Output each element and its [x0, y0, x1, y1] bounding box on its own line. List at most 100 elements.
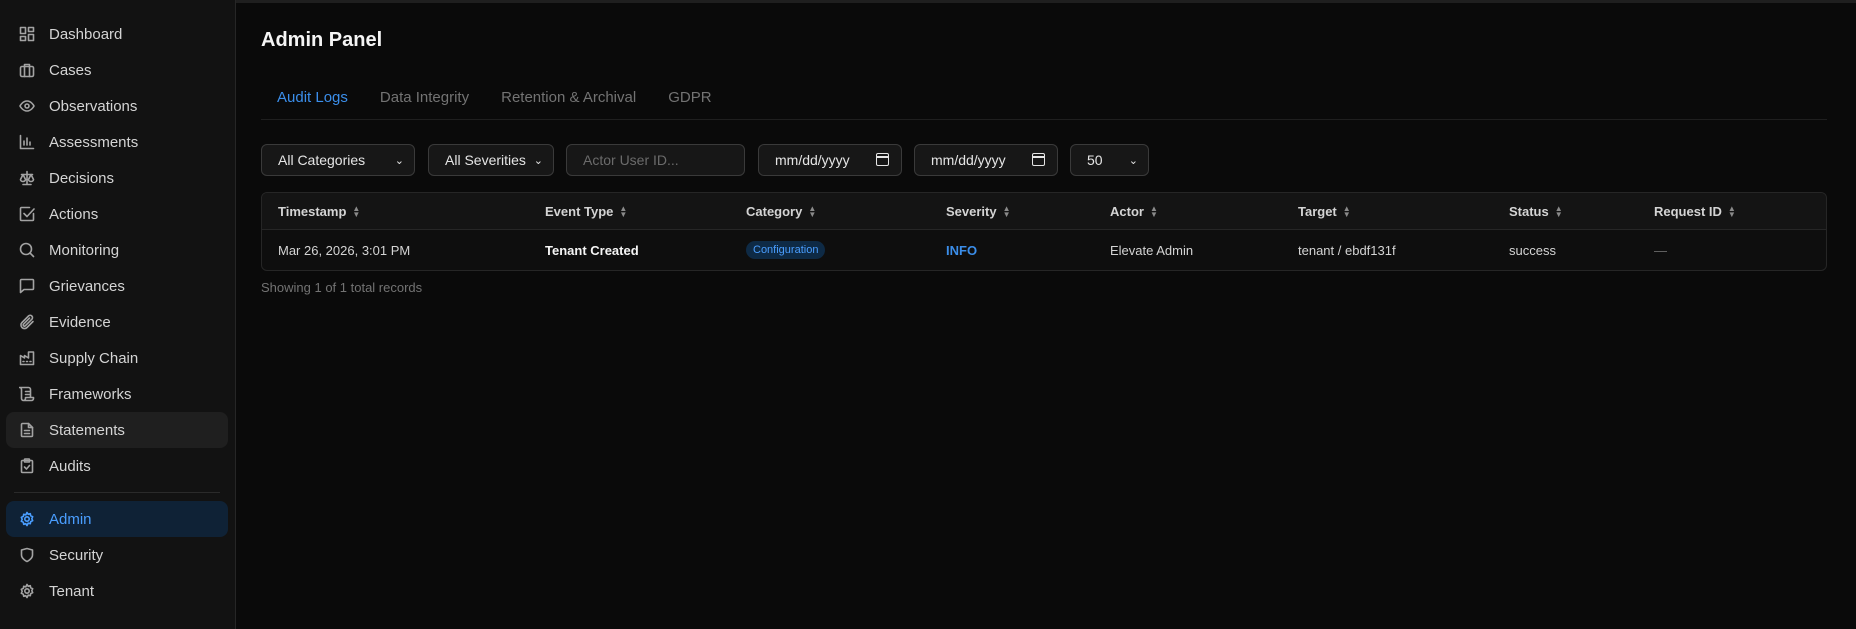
shield-icon — [19, 547, 35, 563]
chevron-down-icon: ⌄ — [394, 155, 404, 167]
sidebar-item-assessments[interactable]: Assessments — [6, 124, 228, 160]
sidebar-item-label: Decisions — [49, 169, 115, 187]
cell-timestamp: Mar 26, 2026, 3:01 PM — [278, 243, 411, 258]
sidebar-item-label: Monitoring — [49, 241, 120, 259]
table-row[interactable]: Mar 26, 2026, 3:01 PM Tenant Created Con… — [262, 230, 1826, 270]
sidebar-item-label: Grievances — [49, 277, 125, 295]
sidebar-item-label: Cases — [49, 61, 92, 79]
check-square-icon — [19, 206, 35, 222]
scroll-icon — [19, 386, 35, 402]
sidebar-item-label: Statements — [49, 421, 125, 439]
eye-icon — [19, 98, 35, 114]
sidebar-item-label: Dashboard — [49, 25, 123, 43]
sidebar-item-label: Supply Chain — [49, 349, 139, 367]
column-header-status[interactable]: Status ▲ ▼ — [1509, 204, 1563, 219]
page-size-value: 50 — [1087, 152, 1103, 168]
column-header-target[interactable]: Target ▲ ▼ — [1298, 204, 1351, 219]
paperclip-icon — [19, 314, 35, 330]
sidebar-item-tenant[interactable]: Tenant — [6, 573, 228, 609]
sidebar-nav: Dashboard Cases Observations Assessments… — [6, 16, 228, 609]
date-to-value: mm/dd/yyyy — [931, 152, 1006, 168]
sidebar-item-security[interactable]: Security — [6, 537, 228, 573]
cell-event-type: Tenant Created — [545, 243, 639, 258]
sidebar-item-supply-chain[interactable]: Supply Chain — [6, 340, 228, 376]
top-border — [0, 0, 1856, 3]
file-text-icon — [19, 422, 35, 438]
date-from-input[interactable]: mm/dd/yyyy — [758, 144, 902, 176]
column-header-actor[interactable]: Actor ▲ ▼ — [1110, 204, 1158, 219]
page-title: Admin Panel — [261, 29, 383, 51]
sidebar-divider — [14, 492, 220, 493]
sidebar-item-label: Audits — [49, 457, 91, 475]
message-icon — [19, 278, 35, 294]
tab-gdpr[interactable]: GDPR — [652, 84, 727, 120]
severity-select[interactable]: All Severities ⌄ — [428, 144, 554, 176]
scale-icon — [19, 170, 35, 186]
actor-user-id-placeholder: Actor User ID... — [583, 152, 679, 168]
chevron-down-icon: ⌄ — [1128, 155, 1138, 167]
column-header-event-type[interactable]: Event Type ▲ ▼ — [545, 204, 627, 219]
cell-status: success — [1509, 243, 1556, 258]
audit-log-table: Timestamp ▲ ▼ Event Type ▲ ▼ Category ▲ ▼ Seve… — [261, 192, 1827, 271]
column-header-category[interactable]: Category ▲ ▼ — [746, 204, 816, 219]
calendar-icon[interactable] — [876, 153, 889, 166]
sidebar-item-label: Security — [49, 546, 104, 564]
gear-icon — [19, 511, 35, 527]
tab-audit-logs[interactable]: Audit Logs — [261, 84, 364, 120]
severity-label: INFO — [946, 243, 978, 258]
briefcase-icon — [19, 62, 35, 78]
sort-icon: ▲ ▼ — [619, 203, 628, 219]
sidebar-item-actions[interactable]: Actions — [6, 196, 228, 232]
sidebar: Dashboard Cases Observations Assessments… — [0, 0, 236, 629]
sidebar-item-label: Actions — [49, 205, 99, 223]
sort-icon: ▲ ▼ — [1002, 203, 1011, 219]
sidebar-item-decisions[interactable]: Decisions — [6, 160, 228, 196]
sidebar-item-monitoring[interactable]: Monitoring — [6, 232, 228, 268]
bar-chart-icon — [19, 134, 35, 150]
records-count: Showing 1 of 1 total records — [261, 280, 423, 295]
date-from-value: mm/dd/yyyy — [775, 152, 850, 168]
sidebar-item-label: Tenant — [49, 582, 95, 600]
chevron-down-icon: ⌄ — [533, 155, 543, 167]
sidebar-item-admin[interactable]: Admin — [6, 501, 228, 537]
tab-data-integrity[interactable]: Data Integrity — [364, 84, 485, 120]
sidebar-item-evidence[interactable]: Evidence — [6, 304, 228, 340]
sidebar-item-observations[interactable]: Observations — [6, 88, 228, 124]
grid-icon — [19, 26, 35, 42]
tab-retention-archival[interactable]: Retention & Archival — [485, 84, 652, 120]
sidebar-item-label: Evidence — [49, 313, 111, 331]
sidebar-item-frameworks[interactable]: Frameworks — [6, 376, 228, 412]
category-badge: Configuration — [746, 241, 826, 259]
sidebar-item-label: Admin — [49, 510, 92, 528]
sidebar-item-statements[interactable]: Statements — [6, 412, 228, 448]
actor-user-id-input[interactable]: Actor User ID... — [566, 144, 745, 176]
cell-request-id: — — [1654, 243, 1667, 258]
sidebar-item-grievances[interactable]: Grievances — [6, 268, 228, 304]
calendar-icon[interactable] — [1032, 153, 1045, 166]
sort-icon: ▲ ▼ — [352, 203, 361, 219]
page-size-select[interactable]: 50 ⌄ — [1070, 144, 1149, 176]
date-to-input[interactable]: mm/dd/yyyy — [914, 144, 1058, 176]
category-select-value: All Categories — [278, 152, 366, 168]
sidebar-item-cases[interactable]: Cases — [6, 52, 228, 88]
factory-icon — [19, 350, 35, 366]
category-select[interactable]: All Categories ⌄ — [261, 144, 415, 176]
tab-bar: Audit Logs Data Integrity Retention & Ar… — [261, 84, 1827, 120]
column-header-request-id[interactable]: Request ID ▲ ▼ — [1654, 204, 1736, 219]
sort-icon: ▲ ▼ — [1342, 203, 1351, 219]
cell-target: tenant / ebdf131f — [1298, 243, 1396, 258]
sidebar-item-dashboard[interactable]: Dashboard — [6, 16, 228, 52]
table-header: Timestamp ▲ ▼ Event Type ▲ ▼ Category ▲ ▼ Seve… — [262, 193, 1826, 230]
sort-icon: ▲ ▼ — [1727, 203, 1736, 219]
sidebar-item-label: Frameworks — [49, 385, 132, 403]
column-header-severity[interactable]: Severity ▲ ▼ — [946, 204, 1011, 219]
sort-icon: ▲ ▼ — [1149, 203, 1158, 219]
cell-actor: Elevate Admin — [1110, 243, 1194, 258]
sidebar-item-label: Observations — [49, 97, 138, 115]
search-icon — [19, 242, 35, 258]
sidebar-item-audits[interactable]: Audits — [6, 448, 228, 484]
sort-icon: ▲ ▼ — [808, 203, 817, 219]
column-header-timestamp[interactable]: Timestamp ▲ ▼ — [278, 204, 360, 219]
severity-select-value: All Severities — [445, 152, 526, 168]
clipboard-check-icon — [19, 458, 35, 474]
